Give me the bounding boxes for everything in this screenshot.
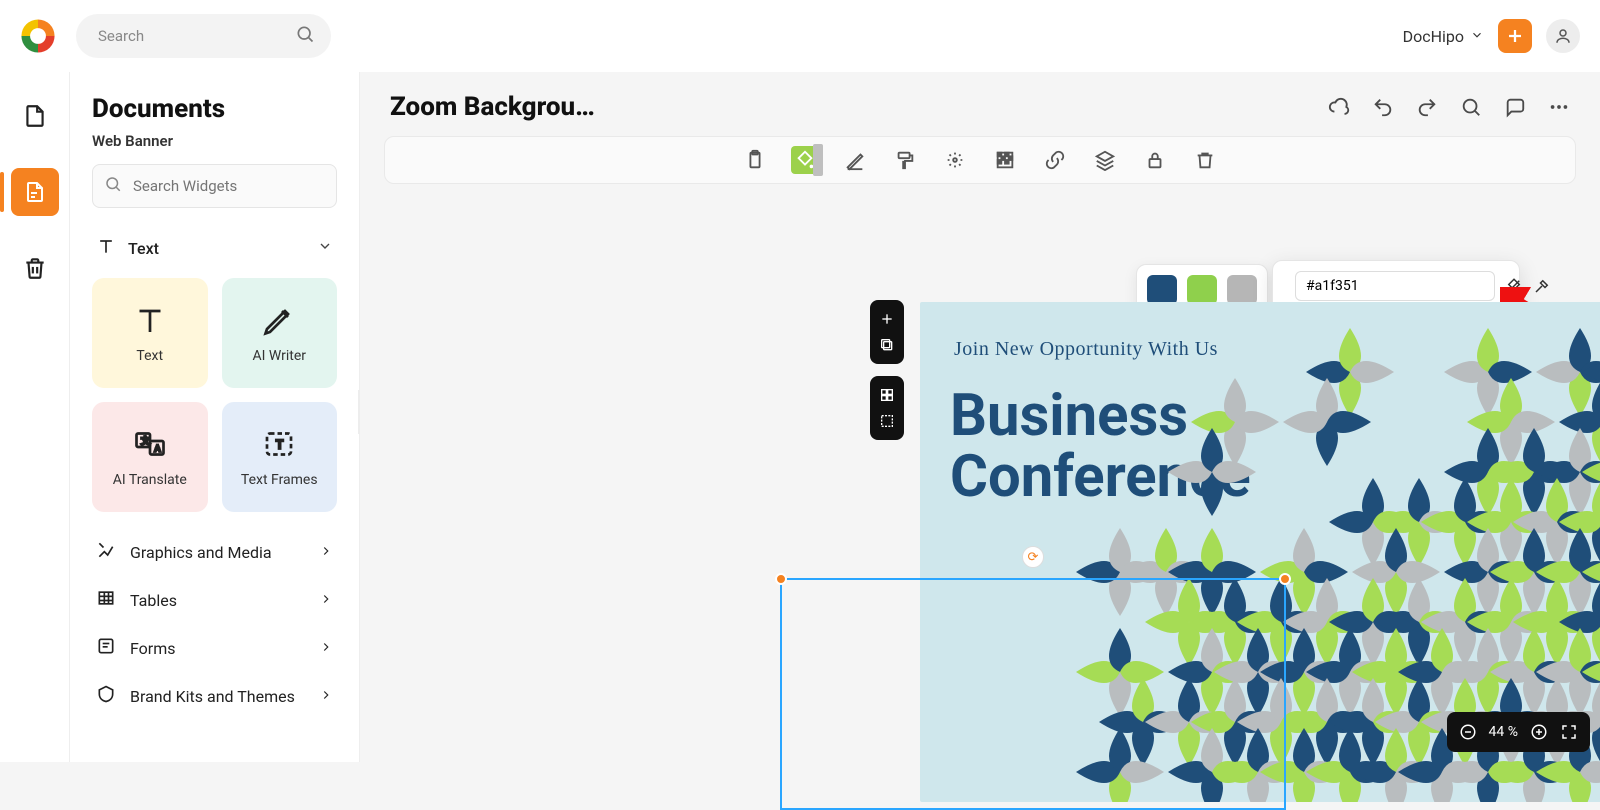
card-ai-writer-label: AI Writer xyxy=(252,348,306,364)
section-tables[interactable]: Tables xyxy=(92,576,337,624)
sidebar-panel: Documents Web Banner Text Text AI Writer xyxy=(70,72,360,762)
card-ai-translate[interactable]: 文A AI Translate xyxy=(92,402,208,512)
more-icon[interactable] xyxy=(1548,96,1570,118)
profile-button[interactable] xyxy=(1546,19,1580,53)
rail-documents[interactable] xyxy=(11,168,59,216)
section-forms[interactable]: Forms xyxy=(92,624,337,672)
workspace-label: DocHipo xyxy=(1403,27,1464,46)
card-ai-writer[interactable]: AI Writer xyxy=(222,278,338,388)
card-text-frames[interactable]: T Text Frames xyxy=(222,402,338,512)
section-forms-label: Forms xyxy=(130,639,305,658)
page-strip-1 xyxy=(870,300,904,364)
doc-tools xyxy=(1328,96,1570,118)
grid-view-icon[interactable] xyxy=(877,385,897,405)
widget-search-input[interactable] xyxy=(92,164,337,208)
brand-icon xyxy=(96,684,116,708)
section-brand-kits[interactable]: Brand Kits and Themes xyxy=(92,672,337,720)
selection-rect[interactable]: ⟳ xyxy=(780,578,1286,810)
section-graphics-label: Graphics and Media xyxy=(130,543,305,562)
chevron-right-icon xyxy=(319,639,333,658)
eyedropper-icon[interactable] xyxy=(1533,274,1551,298)
transparency-icon[interactable] xyxy=(991,146,1019,174)
section-text-label: Text xyxy=(128,239,305,258)
widget-search xyxy=(92,164,337,208)
effects-icon[interactable] xyxy=(941,146,969,174)
canvas-area: Zoom Backgrou… xyxy=(360,72,1600,762)
zoom-out-icon[interactable] xyxy=(1459,723,1477,741)
left-rail xyxy=(0,72,70,762)
text-cards: Text AI Writer 文A AI Translate T Text Fr… xyxy=(92,278,337,512)
search-icon[interactable] xyxy=(295,24,315,48)
resize-handle-tr[interactable] xyxy=(1279,573,1291,585)
zoom-in-icon[interactable] xyxy=(1530,723,1548,741)
card-text-frames-label: Text Frames xyxy=(241,472,318,488)
search-input[interactable] xyxy=(76,14,331,58)
section-text[interactable]: Text xyxy=(92,226,337,270)
topbar-right: DocHipo xyxy=(1403,19,1580,53)
selection-toolbar xyxy=(384,136,1576,184)
format-painter-icon[interactable] xyxy=(891,146,919,174)
select-area-icon[interactable] xyxy=(877,411,897,431)
chevron-right-icon xyxy=(319,543,333,562)
workspace-dropdown[interactable]: DocHipo xyxy=(1403,27,1484,46)
card-ai-translate-label: AI Translate xyxy=(113,472,187,488)
graphics-icon xyxy=(96,540,116,564)
svg-text:文: 文 xyxy=(141,435,150,447)
chevron-down-icon xyxy=(1470,27,1484,46)
text-icon xyxy=(96,236,116,260)
stroke-icon[interactable] xyxy=(841,146,869,174)
chevron-down-icon xyxy=(317,238,333,258)
clipboard-icon[interactable] xyxy=(741,146,769,174)
tables-icon xyxy=(96,588,116,612)
add-page-icon[interactable] xyxy=(877,309,897,329)
redo-icon[interactable] xyxy=(1416,96,1438,118)
rail-pages[interactable] xyxy=(11,92,59,140)
rotate-handle[interactable]: ⟳ xyxy=(1022,546,1044,568)
section-graphics[interactable]: Graphics and Media xyxy=(92,528,337,576)
picker-top-row xyxy=(1285,271,1507,301)
doc-header: Zoom Backgrou… xyxy=(360,72,1600,132)
search-canvas-icon[interactable] xyxy=(1460,96,1482,118)
app-logo xyxy=(20,18,56,54)
lock-icon[interactable] xyxy=(1141,146,1169,174)
no-color-icon[interactable] xyxy=(1505,274,1523,298)
resize-handle-tl[interactable] xyxy=(775,573,787,585)
page-strip-2 xyxy=(870,376,904,440)
card-text[interactable]: Text xyxy=(92,278,208,388)
panel-title: Documents xyxy=(92,94,337,124)
fill-color-button[interactable] xyxy=(791,146,819,174)
rail-trash[interactable] xyxy=(11,244,59,292)
comments-icon[interactable] xyxy=(1504,96,1526,118)
duplicate-page-icon[interactable] xyxy=(877,335,897,355)
link-icon[interactable] xyxy=(1041,146,1069,174)
chevron-right-icon xyxy=(319,687,333,706)
forms-icon xyxy=(96,636,116,660)
zoom-control: 44 % xyxy=(1447,712,1590,752)
section-tables-label: Tables xyxy=(130,591,305,610)
hex-input[interactable] xyxy=(1295,271,1495,301)
global-search xyxy=(76,14,331,58)
card-text-label: Text xyxy=(136,348,163,364)
layers-icon[interactable] xyxy=(1091,146,1119,174)
cloud-sync-icon[interactable] xyxy=(1328,96,1350,118)
panel-subtitle: Web Banner xyxy=(92,132,337,150)
zoom-value[interactable]: 44 % xyxy=(1489,724,1518,740)
section-brand-kits-label: Brand Kits and Themes xyxy=(130,687,305,706)
swatch-2[interactable] xyxy=(1187,275,1217,305)
svg-text:T: T xyxy=(276,438,283,452)
search-icon xyxy=(104,175,122,197)
swatch-1[interactable] xyxy=(1147,275,1177,305)
svg-text:A: A xyxy=(154,445,160,455)
fullscreen-icon[interactable] xyxy=(1560,723,1578,741)
doc-title[interactable]: Zoom Backgrou… xyxy=(390,92,595,122)
undo-icon[interactable] xyxy=(1372,96,1394,118)
swatch-3[interactable] xyxy=(1227,275,1257,305)
topbar: DocHipo xyxy=(0,0,1600,72)
chevron-right-icon xyxy=(319,591,333,610)
new-document-button[interactable] xyxy=(1498,19,1532,53)
delete-icon[interactable] xyxy=(1191,146,1219,174)
